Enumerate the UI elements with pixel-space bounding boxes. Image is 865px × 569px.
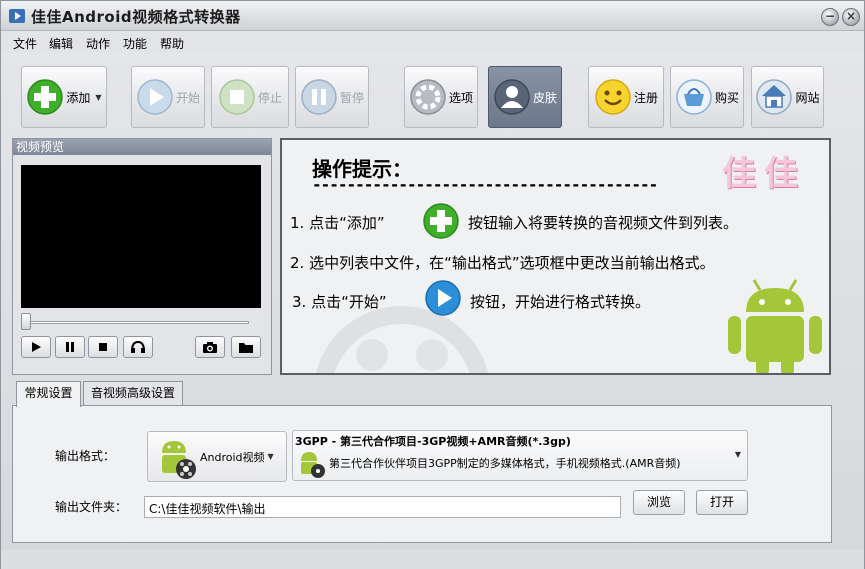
browse-button[interactable]: 浏览 xyxy=(633,490,685,515)
stop-button[interactable]: 停止 xyxy=(211,66,289,128)
options-label: 选项 xyxy=(448,90,473,105)
start-button[interactable]: 开始 xyxy=(131,66,205,128)
folder-icon xyxy=(239,342,253,353)
output-format-select[interactable]: 3GPP - 第三代合作项目-3GP视频+AMR音频(*.3gp) 第三代合作伙… xyxy=(292,430,748,481)
chevron-down-icon[interactable]: ▼ xyxy=(95,93,101,102)
plus-icon xyxy=(423,203,459,239)
user-icon xyxy=(494,79,530,115)
pause-button[interactable]: 暂停 xyxy=(295,66,369,128)
stop-label: 停止 xyxy=(257,90,282,105)
play-icon xyxy=(32,342,41,352)
android-film-icon xyxy=(301,452,325,478)
menu-function[interactable]: 功能 xyxy=(123,35,147,52)
tips-panel: 操作提示： ----------------------------------… xyxy=(280,138,831,375)
format-description: 第三代合作伙伴项目3GPP制定的多媒体格式，手机视频格式.(AMR音频) xyxy=(329,457,681,470)
android-film-icon xyxy=(162,440,196,479)
tip-line-2: 2. 选中列表中文件，在“输出格式”选项框中更改当前输出格式。 xyxy=(290,254,715,272)
volume-button[interactable] xyxy=(123,336,153,358)
stop-preview-button[interactable] xyxy=(88,336,118,358)
buy-label: 购买 xyxy=(714,90,739,105)
tab-advanced-av-settings[interactable]: 音视频高级设置 xyxy=(83,381,183,406)
video-screen xyxy=(21,165,261,308)
chevron-down-icon: ▼ xyxy=(734,450,741,459)
close-button[interactable]: × xyxy=(842,8,860,26)
headphones-icon xyxy=(131,340,145,353)
plus-icon xyxy=(27,79,64,115)
gear-icon xyxy=(410,79,446,115)
menu-edit[interactable]: 编辑 xyxy=(49,35,73,52)
title-bar[interactable]: 佳佳Android视频格式转换器 − × xyxy=(1,1,864,31)
menu-file[interactable]: 文件 xyxy=(13,35,37,52)
menu-bar: 文件 编辑 动作 功能 帮助 xyxy=(1,32,864,53)
play-button[interactable] xyxy=(21,336,51,358)
device-category-button[interactable]: Android视频 ▼ xyxy=(147,431,287,482)
status-bar xyxy=(1,549,864,569)
output-folder-label: 输出文件夹： xyxy=(55,500,128,514)
toolbar: 添加 ▼ 开始 停止 暂停 选项 皮肤 注册 购买 网站 xyxy=(1,54,864,136)
play-icon xyxy=(425,280,461,316)
android-robot-icon xyxy=(728,279,822,373)
play-icon xyxy=(137,79,173,115)
format-title: 3GPP - 第三代合作项目-3GP视频+AMR音频(*.3gp) xyxy=(295,435,571,448)
seek-thumb[interactable] xyxy=(21,313,31,330)
basket-icon xyxy=(676,79,712,115)
menu-action[interactable]: 动作 xyxy=(86,35,110,52)
home-icon xyxy=(756,79,793,115)
stop-icon xyxy=(219,79,255,115)
smiley-icon xyxy=(595,79,631,115)
start-label: 开始 xyxy=(175,90,200,105)
tab-general-settings[interactable]: 常规设置 xyxy=(16,381,81,407)
buy-button[interactable]: 购买 xyxy=(670,66,744,128)
snapshot-button[interactable] xyxy=(195,336,225,358)
seek-bar[interactable] xyxy=(23,321,249,324)
register-button[interactable]: 注册 xyxy=(588,66,664,128)
register-label: 注册 xyxy=(633,90,658,105)
minimize-button[interactable]: − xyxy=(821,8,839,26)
tip-line-1-end: 按钮输入将要转换的音视频文件到列表。 xyxy=(468,214,739,232)
pause-icon xyxy=(301,79,337,115)
menu-help[interactable]: 帮助 xyxy=(160,35,184,52)
chevron-down-icon: ▼ xyxy=(267,452,274,461)
skin-label: 皮肤 xyxy=(532,90,557,105)
window-title: 佳佳Android视频格式转换器 xyxy=(31,8,241,26)
stop-icon xyxy=(99,343,107,351)
tips-divider: ---------------------------------------- xyxy=(312,175,658,194)
open-button[interactable]: 打开 xyxy=(696,490,748,515)
output-format-label: 输出格式： xyxy=(55,449,116,463)
preview-header: 视频预览 xyxy=(13,139,271,155)
app-logo-icon xyxy=(9,9,25,23)
add-button[interactable]: 添加 ▼ xyxy=(21,66,107,128)
open-folder-button[interactable] xyxy=(231,336,261,358)
tip-line-3-start: 3. 点击“开始” xyxy=(292,293,387,311)
options-button[interactable]: 选项 xyxy=(404,66,478,128)
tip-line-1-start: 1. 点击“添加” xyxy=(290,214,385,232)
tip-line-3-end: 按钮，开始进行格式转换。 xyxy=(470,293,651,311)
website-label: 网站 xyxy=(795,90,820,105)
video-preview-panel: 视频预览 xyxy=(12,138,272,375)
pause-icon xyxy=(66,342,74,352)
brand-logo-text: 佳佳 xyxy=(722,154,806,194)
add-label: 添加 xyxy=(66,90,91,105)
skin-button[interactable]: 皮肤 xyxy=(488,66,562,128)
pause-label: 暂停 xyxy=(339,90,364,105)
camera-icon xyxy=(203,341,217,353)
device-category-label: Android视频 xyxy=(200,450,265,464)
output-folder-input[interactable]: C:\佳佳视频软件\输出 xyxy=(144,496,621,518)
general-settings-panel: 输出格式： Android视频 ▼ 3GPP - 第三代合作项目-3GP视频+A… xyxy=(12,405,832,543)
app-window: 佳佳Android视频格式转换器 − × 文件 编辑 动作 功能 帮助 添加 ▼… xyxy=(0,0,865,569)
pause-preview-button[interactable] xyxy=(55,336,85,358)
website-button[interactable]: 网站 xyxy=(751,66,824,128)
